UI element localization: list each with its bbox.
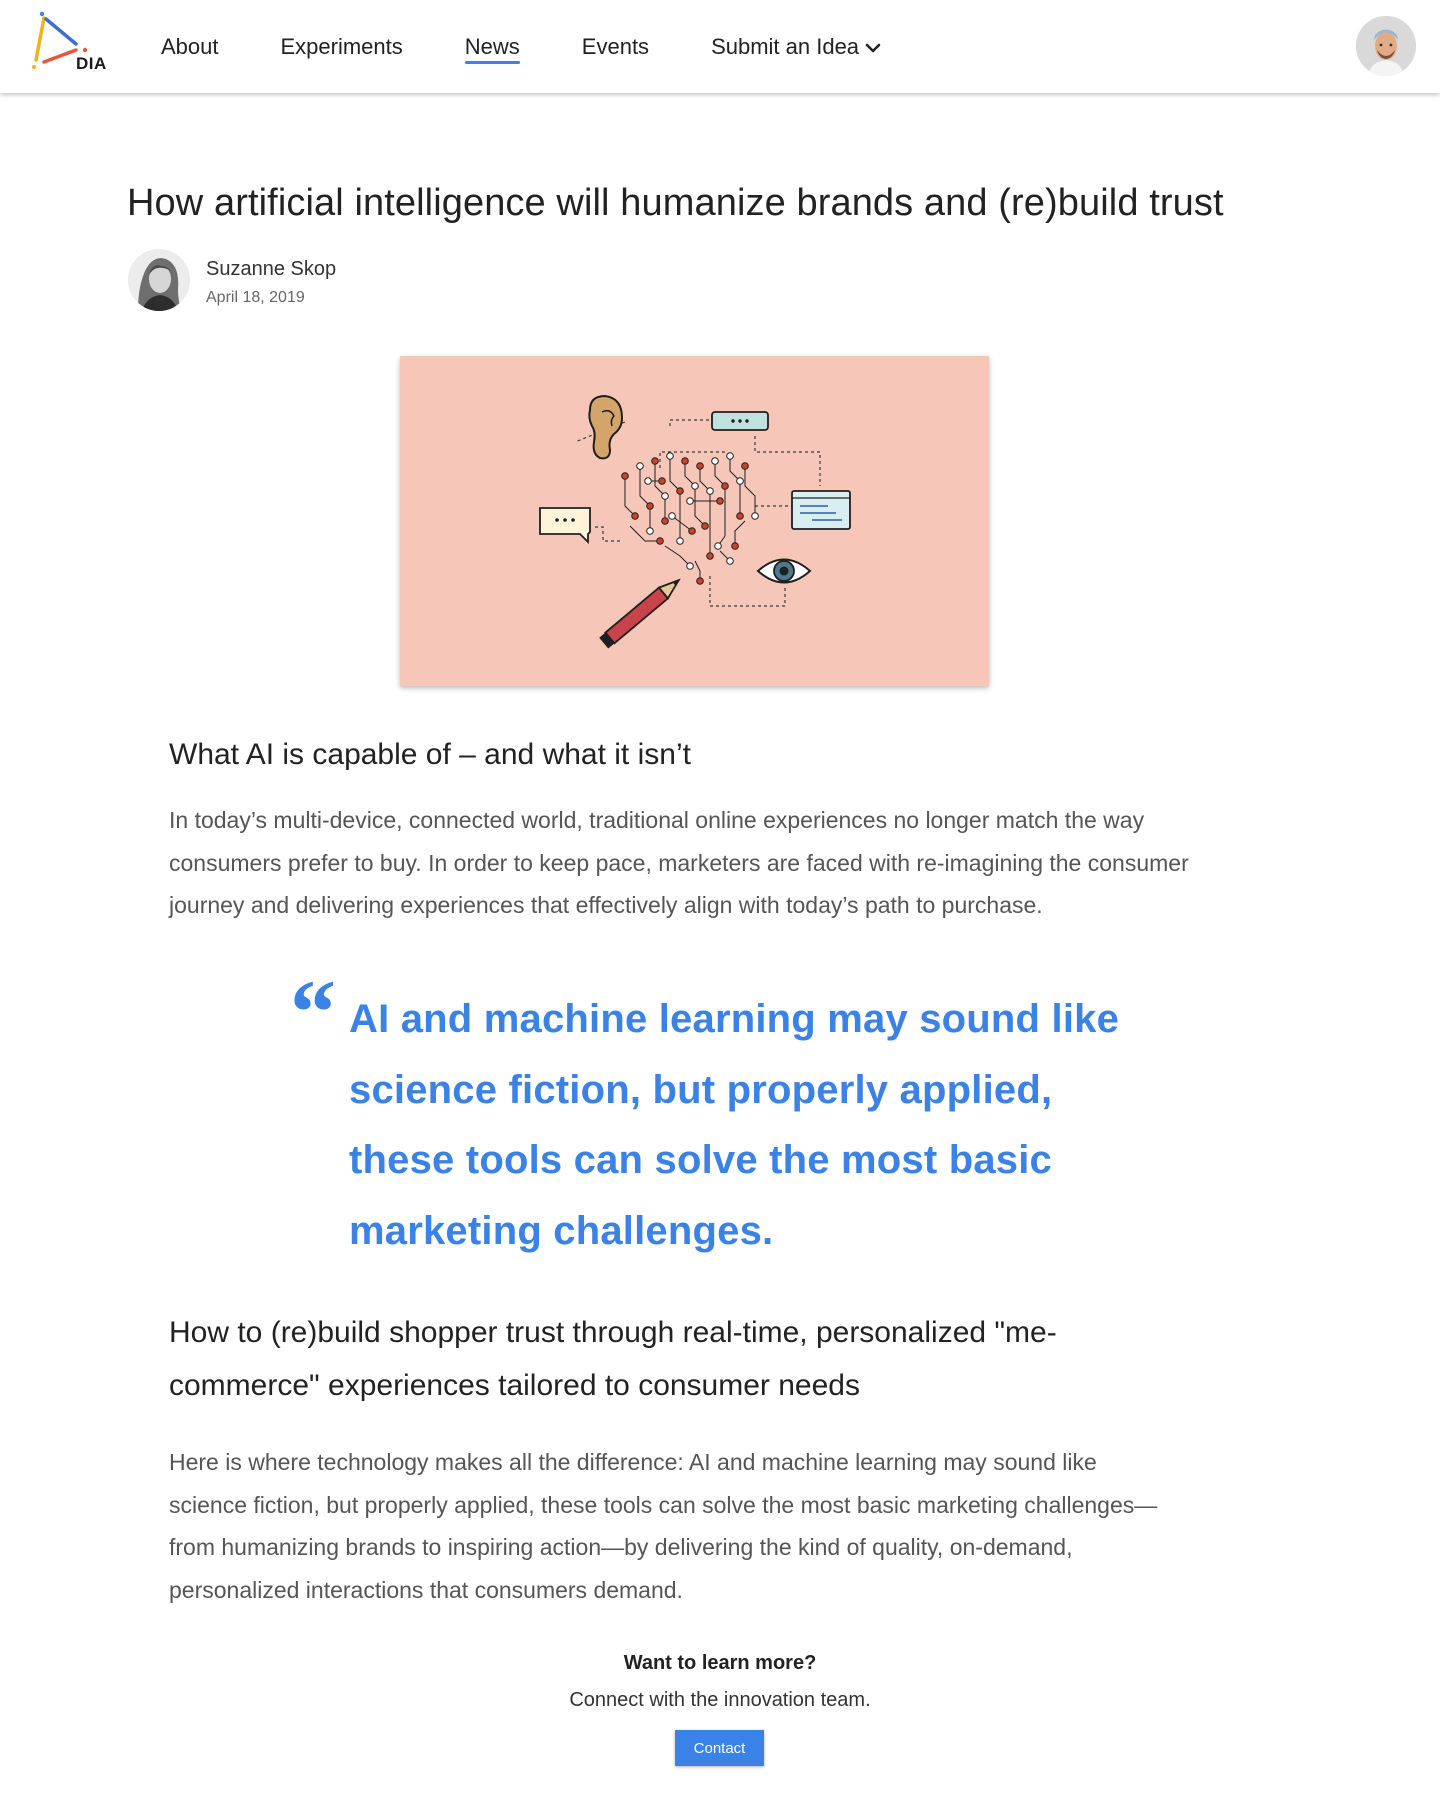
nav-item-submit-idea[interactable]: Submit an Idea <box>711 0 881 93</box>
quote-mark-icon: “ <box>290 961 336 1063</box>
logo-wordmark: DIA <box>76 54 107 73</box>
author-name[interactable]: Suzanne Skop <box>206 258 336 281</box>
nav-item-about[interactable]: About <box>161 0 219 93</box>
section-body-trust: Here is where technology makes all the d… <box>169 1449 1158 1603</box>
nav-item-news[interactable]: News <box>464 0 520 93</box>
publish-date: April 18, 2019 <box>206 289 305 306</box>
ai-brain-illustration-icon <box>539 394 851 649</box>
top-navigation-bar: DIA About Experiments News Events Submit… <box>0 0 1440 93</box>
section-body-capabilities: In today’s multi-device, connected world… <box>169 807 1189 918</box>
section-heading-capabilities: What AI is capable of – and what it isn’… <box>169 738 691 771</box>
cta-subtitle: Connect with the innovation team. <box>569 1689 871 1711</box>
author-avatar[interactable] <box>128 249 190 311</box>
user-avatar-icon <box>1356 16 1416 76</box>
article-title: How artificial intelligence will humaniz… <box>127 182 1224 224</box>
contact-button[interactable]: Contact <box>675 1730 764 1766</box>
section-heading-trust: How to (re)build shopper trust through r… <box>169 1316 1057 1402</box>
author-avatar-icon <box>128 249 190 311</box>
nav-item-experiments[interactable]: Experiments <box>281 0 403 93</box>
hero-illustration <box>400 356 989 686</box>
cta-heading: Want to learn more? <box>623 1652 817 1674</box>
main-nav: About Experiments News Events Submit an … <box>161 0 943 93</box>
dia-logo[interactable]: DIA <box>30 10 120 78</box>
user-avatar[interactable] <box>1356 16 1416 76</box>
nav-item-submit-idea-label: Submit an Idea <box>711 34 860 59</box>
pull-quote: AI and machine learning may sound like s… <box>349 997 1120 1253</box>
nav-item-events[interactable]: Events <box>582 0 649 93</box>
chevron-down-icon <box>865 43 881 53</box>
